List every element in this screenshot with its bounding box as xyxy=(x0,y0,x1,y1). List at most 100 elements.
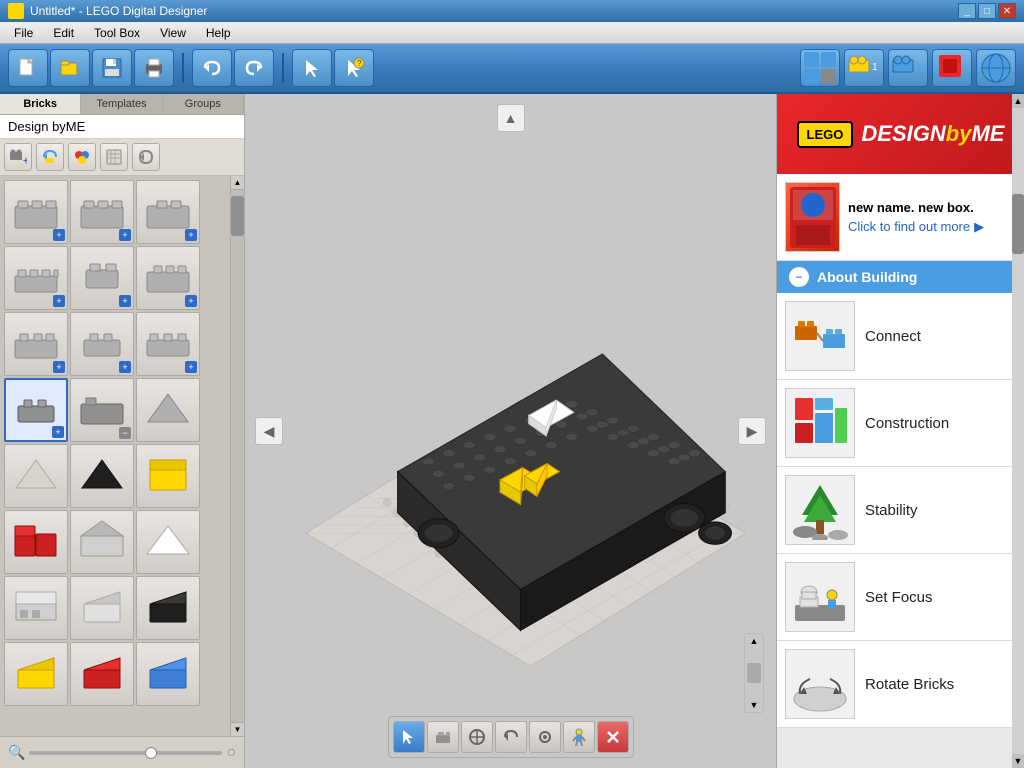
close-button[interactable]: ✕ xyxy=(998,3,1016,19)
tool-select[interactable] xyxy=(393,721,425,753)
brick-cell[interactable]: + xyxy=(70,246,134,310)
right-scrollbar[interactable]: ▲ ▼ xyxy=(1012,94,1024,768)
select-tools: ? xyxy=(292,49,374,87)
menu-file[interactable]: File xyxy=(4,24,43,42)
menu-toolbox[interactable]: Tool Box xyxy=(84,24,150,42)
scroll-down[interactable]: ▼ xyxy=(750,700,759,710)
left-scrollbar[interactable]: ▲ ▼ xyxy=(230,176,244,736)
tool-place[interactable] xyxy=(427,721,459,753)
save-button[interactable] xyxy=(92,49,132,87)
scroll-thumb[interactable] xyxy=(231,196,244,236)
help-button[interactable]: ? xyxy=(334,49,374,87)
brick-cell[interactable] xyxy=(70,510,134,574)
filter-color-btn[interactable] xyxy=(68,143,96,171)
brick-cell[interactable]: + xyxy=(4,246,68,310)
right-item-stability[interactable]: Stability xyxy=(777,467,1024,554)
plus-badge: + xyxy=(52,426,64,438)
promo-image xyxy=(785,182,840,252)
print-button[interactable] xyxy=(134,49,174,87)
globe-button[interactable] xyxy=(976,49,1016,87)
toolbar: ? 1 + xyxy=(0,44,1024,94)
svg-text:+: + xyxy=(916,59,923,73)
right-item-rotate-bricks[interactable]: Rotate Bricks xyxy=(777,641,1024,728)
tool-look[interactable] xyxy=(529,721,561,753)
tool-delete[interactable] xyxy=(597,721,629,753)
right-scroll-up[interactable]: ▲ xyxy=(1012,94,1024,108)
tab-bricks[interactable]: Bricks xyxy=(0,94,81,114)
brick-cell[interactable]: + xyxy=(136,246,200,310)
plus-badge: + xyxy=(185,361,197,373)
brick-cell[interactable] xyxy=(70,576,134,640)
brick-cell[interactable]: + xyxy=(4,312,68,376)
zoom-thumb[interactable] xyxy=(145,747,157,759)
menu-edit[interactable]: Edit xyxy=(43,24,84,42)
tab-bar: Bricks Templates Groups xyxy=(0,94,244,115)
open-button[interactable] xyxy=(50,49,90,87)
brick-cell[interactable]: + xyxy=(4,180,68,244)
zoom-slider[interactable] xyxy=(29,751,222,755)
scroll-down-btn[interactable]: ▼ xyxy=(231,722,244,736)
right-item-connect[interactable]: Connect xyxy=(777,293,1024,380)
menu-view[interactable]: View xyxy=(150,24,196,42)
brick-cell[interactable] xyxy=(4,444,68,508)
minimize-button[interactable]: _ xyxy=(958,3,976,19)
scroll-up[interactable]: ▲ xyxy=(750,636,759,646)
brick-row xyxy=(4,510,226,574)
redo-button[interactable] xyxy=(234,49,274,87)
brick-cell[interactable]: + xyxy=(70,180,134,244)
scroll-up-btn[interactable]: ▲ xyxy=(231,176,244,190)
brick-cell[interactable] xyxy=(136,642,200,706)
minus-badge: − xyxy=(119,427,131,439)
right-scroll-thumb[interactable] xyxy=(1012,194,1024,254)
brick-cell[interactable] xyxy=(136,378,200,442)
filter-rotate-btn[interactable] xyxy=(36,143,64,171)
right-item-set-focus[interactable]: Set Focus xyxy=(777,554,1024,641)
tab-templates[interactable]: Templates xyxy=(81,94,162,114)
v-scroll-thumb[interactable] xyxy=(747,663,761,683)
view-mode-button[interactable] xyxy=(800,49,840,87)
svg-text:?: ? xyxy=(357,59,362,68)
new-button[interactable] xyxy=(8,49,48,87)
brick-cell[interactable]: + xyxy=(136,180,200,244)
brick-cell-active[interactable]: + xyxy=(4,378,68,442)
build-add-button[interactable]: + xyxy=(888,49,928,87)
vertical-scroll[interactable]: ▲ ▼ xyxy=(744,633,764,713)
filter-texture-btn[interactable] xyxy=(100,143,128,171)
build-mode-button[interactable]: 1 xyxy=(844,49,884,87)
restore-button[interactable]: □ xyxy=(978,3,996,19)
promo-link[interactable]: Click to find out more ▶ xyxy=(848,219,984,235)
promo-box[interactable]: new name. new box. Click to find out mor… xyxy=(777,174,1024,261)
about-building-header[interactable]: − About Building xyxy=(777,261,1024,293)
canvas-arrow-left[interactable]: ◀ xyxy=(255,417,283,445)
brick-cell[interactable] xyxy=(70,642,134,706)
filter-refresh-btn[interactable] xyxy=(132,143,160,171)
brick-cell[interactable] xyxy=(136,444,200,508)
brick-cell[interactable] xyxy=(136,576,200,640)
brick-row xyxy=(4,642,226,706)
right-scroll-down[interactable]: ▼ xyxy=(1012,754,1024,768)
menubar: File Edit Tool Box View Help xyxy=(0,22,1024,44)
undo-button[interactable] xyxy=(192,49,232,87)
brick-cell[interactable] xyxy=(4,510,68,574)
canvas-arrow-up[interactable]: ▲ xyxy=(497,104,525,132)
plus-badge: + xyxy=(119,361,131,373)
brick-cell[interactable]: − xyxy=(70,378,134,442)
brick-row xyxy=(4,576,226,640)
tool-minifig[interactable] xyxy=(563,721,595,753)
brick-cell[interactable] xyxy=(136,510,200,574)
select-button[interactable] xyxy=(292,49,332,87)
tool-hinge[interactable] xyxy=(461,721,493,753)
brick-cell[interactable]: + xyxy=(136,312,200,376)
brick-cell[interactable] xyxy=(4,642,68,706)
right-item-construction[interactable]: Construction xyxy=(777,380,1024,467)
filter-plus-btn[interactable]: + xyxy=(4,143,32,171)
brick-cell[interactable]: + xyxy=(70,312,134,376)
tab-groups[interactable]: Groups xyxy=(163,94,244,114)
view3d-button[interactable] xyxy=(932,49,972,87)
tool-rotate[interactable] xyxy=(495,721,527,753)
promo-tagline: new name. new box. xyxy=(848,200,984,215)
brick-cell[interactable] xyxy=(4,576,68,640)
brick-cell[interactable] xyxy=(70,444,134,508)
menu-help[interactable]: Help xyxy=(196,24,241,42)
canvas-area[interactable]: ▲ ◀ ▶ xyxy=(245,94,776,768)
